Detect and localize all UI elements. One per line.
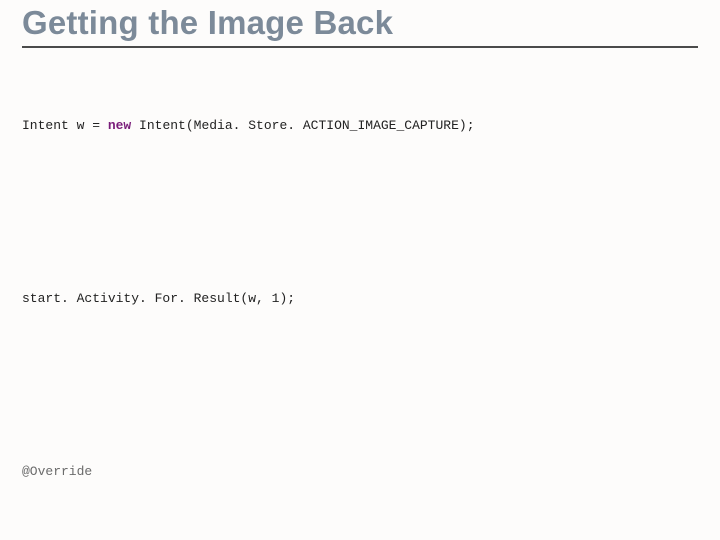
code-text: Intent(Media. Store. ACTION_IMAGE_CAPTUR… — [131, 118, 474, 133]
code-line-2: start. Activity. For. Result(w, 1); — [22, 289, 698, 309]
code-line-1: Intent w = new Intent(Media. Store. ACTI… — [22, 116, 698, 136]
code-block: Intent w = new Intent(Media. Store. ACTI… — [22, 54, 698, 540]
code-annotation: @Override — [22, 462, 698, 482]
code-text: Intent w = — [22, 118, 108, 133]
page-title: Getting the Image Back — [22, 4, 698, 42]
keyword-new: new — [108, 118, 131, 133]
blank-line — [22, 370, 698, 402]
blank-line — [22, 197, 698, 229]
title-underline — [22, 46, 698, 48]
slide: Getting the Image Back Intent w = new In… — [0, 0, 720, 540]
